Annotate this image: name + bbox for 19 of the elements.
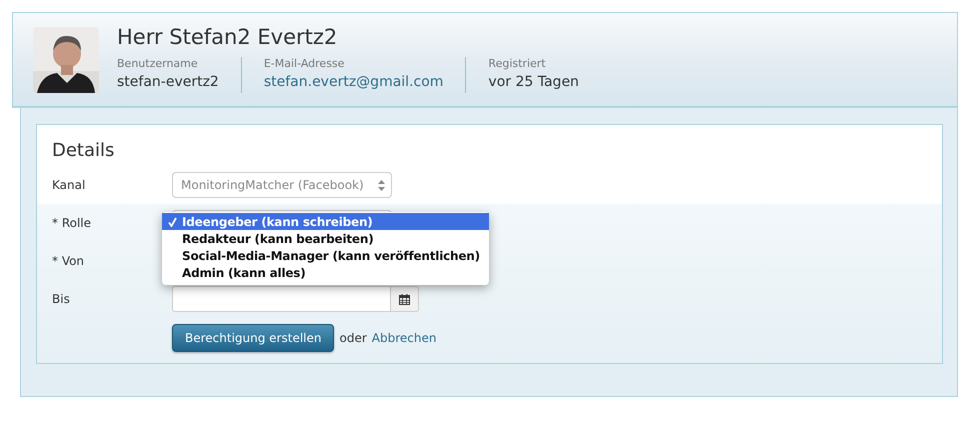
field-label: Bis: [52, 292, 71, 306]
field-label: * Rolle: [52, 216, 92, 230]
separator-text: oder: [339, 331, 367, 345]
menu-item[interactable]: Ideengeber (kann schreiben): [162, 213, 489, 230]
cancel-link[interactable]: Abbrechen: [372, 331, 436, 345]
field-label: Registriert: [488, 57, 547, 71]
email-link[interactable]: stefan.evertz@gmail.com: [264, 71, 444, 93]
menu-item[interactable]: Social-Media-Manager (kann veröffentlichen): [162, 247, 489, 264]
field-label: * Von: [52, 254, 86, 268]
field-value: stefan-evertz2: [117, 73, 219, 92]
menu-item[interactable]: Redakteur (kann bearbeiten): [162, 230, 489, 247]
submit-button[interactable]: Berechtigung erstellen: [172, 324, 334, 352]
section-title: Details: [52, 139, 116, 163]
field-label: E-Mail-Adresse: [264, 57, 346, 71]
field-label: Benutzername: [117, 57, 199, 71]
field-label: Kanal: [52, 178, 86, 192]
field-value: vor 25 Tagen: [488, 73, 579, 92]
menu-item[interactable]: Admin (kann alles): [162, 264, 489, 281]
profile-name: Herr Stefan2 Evertz2: [117, 25, 338, 49]
